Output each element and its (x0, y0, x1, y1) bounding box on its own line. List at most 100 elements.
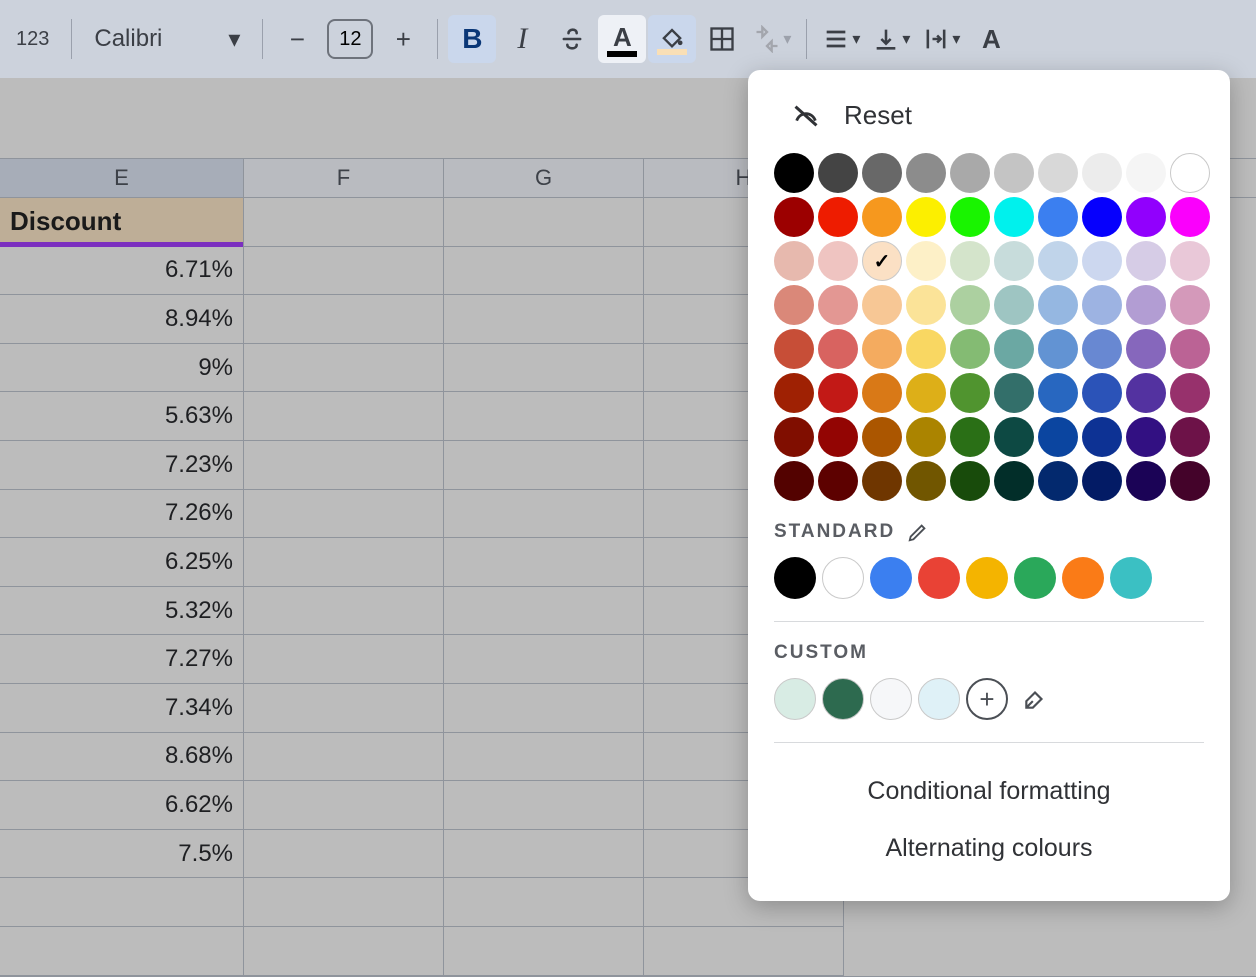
horizontal-align-button[interactable]: ▾ (817, 15, 865, 63)
text-color-button[interactable]: A (598, 15, 646, 63)
color-swatch[interactable] (994, 329, 1034, 369)
color-swatch[interactable] (774, 373, 814, 413)
color-swatch[interactable] (1170, 197, 1210, 237)
cell[interactable] (244, 781, 444, 830)
reset-row[interactable]: Reset (774, 90, 1204, 153)
color-swatch[interactable] (818, 241, 858, 281)
cell[interactable] (0, 878, 244, 927)
cell[interactable]: 6.25% (0, 538, 244, 587)
color-swatch[interactable] (1126, 241, 1166, 281)
color-swatch[interactable] (774, 241, 814, 281)
color-swatch[interactable] (862, 241, 902, 281)
standard-color-swatch[interactable] (966, 557, 1008, 599)
cell[interactable]: 7.26% (0, 490, 244, 539)
color-swatch[interactable] (774, 461, 814, 501)
standard-color-swatch[interactable] (1110, 557, 1152, 599)
font-size-input[interactable]: 12 (327, 19, 373, 59)
color-swatch[interactable] (994, 461, 1034, 501)
color-swatch[interactable] (1126, 153, 1166, 193)
cell[interactable] (444, 927, 644, 976)
color-swatch[interactable] (1126, 329, 1166, 369)
color-swatch[interactable] (818, 153, 858, 193)
standard-color-swatch[interactable] (1062, 557, 1104, 599)
cell[interactable] (444, 490, 644, 539)
color-swatch[interactable] (950, 329, 990, 369)
number-format-button[interactable]: 123 (4, 15, 61, 63)
cell[interactable] (244, 733, 444, 782)
color-swatch[interactable] (818, 329, 858, 369)
cell[interactable] (644, 927, 844, 976)
cell[interactable] (244, 247, 444, 296)
color-swatch[interactable] (774, 197, 814, 237)
cell[interactable] (244, 635, 444, 684)
color-swatch[interactable] (774, 417, 814, 457)
column-header-g[interactable]: G (444, 159, 644, 197)
color-swatch[interactable] (1170, 153, 1210, 193)
color-swatch[interactable] (994, 241, 1034, 281)
cell[interactable]: 5.63% (0, 392, 244, 441)
cell[interactable]: 6.62% (0, 781, 244, 830)
cell[interactable] (444, 878, 644, 927)
cell[interactable] (444, 830, 644, 879)
color-swatch[interactable] (774, 329, 814, 369)
cell[interactable] (244, 538, 444, 587)
color-swatch[interactable] (1082, 153, 1122, 193)
color-swatch[interactable] (994, 285, 1034, 325)
cell[interactable] (444, 392, 644, 441)
color-swatch[interactable] (950, 285, 990, 325)
color-swatch[interactable] (994, 417, 1034, 457)
cell[interactable] (444, 441, 644, 490)
color-swatch[interactable] (1038, 153, 1078, 193)
color-swatch[interactable] (1082, 461, 1122, 501)
cell[interactable] (0, 927, 244, 976)
cell[interactable] (444, 344, 644, 393)
color-swatch[interactable] (950, 461, 990, 501)
color-swatch[interactable] (950, 153, 990, 193)
color-swatch[interactable] (1038, 417, 1078, 457)
color-swatch[interactable] (906, 417, 946, 457)
color-swatch[interactable] (950, 197, 990, 237)
color-swatch[interactable] (906, 153, 946, 193)
cell[interactable] (244, 392, 444, 441)
merge-cells-button[interactable]: ▾ (748, 15, 796, 63)
cell[interactable] (444, 635, 644, 684)
color-swatch[interactable] (1170, 285, 1210, 325)
fill-color-button[interactable] (648, 15, 696, 63)
cell[interactable] (444, 247, 644, 296)
color-swatch[interactable] (1038, 285, 1078, 325)
color-swatch[interactable] (906, 461, 946, 501)
cell[interactable] (444, 781, 644, 830)
color-swatch[interactable] (862, 285, 902, 325)
cell[interactable] (444, 295, 644, 344)
color-swatch[interactable] (818, 417, 858, 457)
cell[interactable]: 7.5% (0, 830, 244, 879)
color-swatch[interactable] (818, 461, 858, 501)
standard-color-swatch[interactable] (918, 557, 960, 599)
color-swatch[interactable] (1170, 373, 1210, 413)
cell[interactable] (244, 490, 444, 539)
color-swatch[interactable] (950, 241, 990, 281)
conditional-formatting-link[interactable]: Conditional formatting (774, 763, 1204, 820)
eyedropper-button[interactable] (1014, 678, 1056, 720)
color-swatch[interactable] (1038, 241, 1078, 281)
cell[interactable]: 7.27% (0, 635, 244, 684)
add-custom-color-button[interactable]: + (966, 678, 1008, 720)
color-swatch[interactable] (1170, 461, 1210, 501)
color-swatch[interactable] (1170, 417, 1210, 457)
color-swatch[interactable] (906, 241, 946, 281)
cell[interactable] (444, 538, 644, 587)
color-swatch[interactable] (1082, 197, 1122, 237)
color-swatch[interactable] (774, 153, 814, 193)
standard-color-swatch[interactable] (822, 557, 864, 599)
color-swatch[interactable] (1170, 329, 1210, 369)
color-swatch[interactable] (862, 373, 902, 413)
italic-button[interactable]: I (498, 15, 546, 63)
cell[interactable] (244, 587, 444, 636)
cell[interactable] (244, 684, 444, 733)
color-swatch[interactable] (994, 153, 1034, 193)
color-swatch[interactable] (1038, 373, 1078, 413)
color-swatch[interactable] (1126, 373, 1166, 413)
color-swatch[interactable] (994, 373, 1034, 413)
color-swatch[interactable] (950, 417, 990, 457)
column-header-f[interactable]: F (244, 159, 444, 197)
